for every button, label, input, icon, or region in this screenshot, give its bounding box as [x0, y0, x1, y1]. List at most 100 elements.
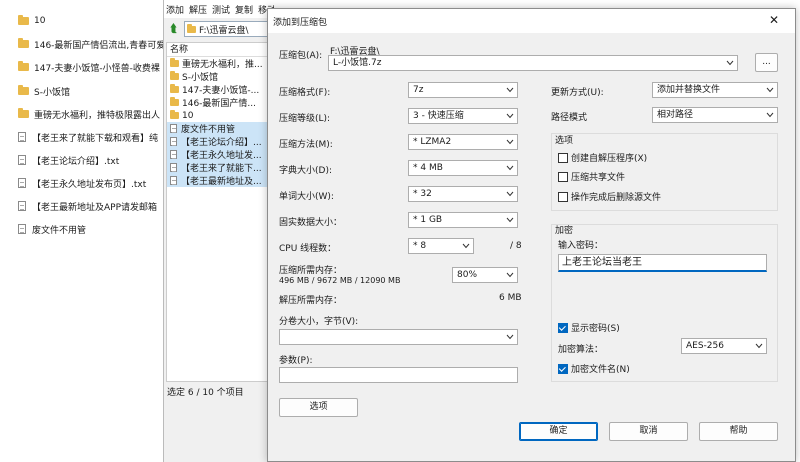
table-row[interactable]: 废文件不用管 [167, 122, 271, 135]
file-icon [170, 176, 177, 185]
mem-decompress-label: 解压所需内存： [279, 296, 343, 306]
column-header-name[interactable]: 名称 [167, 43, 271, 57]
word-select[interactable]: * 32 [408, 186, 518, 202]
sfx-checkbox[interactable]: 创建自解压程序(X) [558, 151, 647, 164]
add-to-archive-dialog: 添加到压缩包 ✕ 压缩包(A): F:\迅雷云盘\ L-小饭馆.7z ... 压… [267, 8, 796, 462]
split-label: 分卷大小，字节(V): [279, 317, 359, 327]
cpu-select[interactable]: * 8 [408, 238, 474, 254]
dialog-titlebar[interactable]: 添加到压缩包 ✕ [268, 9, 795, 33]
params-input[interactable] [279, 367, 518, 383]
toolbar-test[interactable]: 测试 [212, 3, 230, 16]
pathmode-label: 路径模式 [551, 113, 588, 123]
level-select[interactable]: 3 - 快速压缩 [408, 108, 518, 124]
pathmode-select[interactable]: 相对路径 [652, 107, 778, 123]
toolbar-extract[interactable]: 解压 [189, 3, 207, 16]
up-arrow-icon[interactable]: ⮬ [167, 22, 181, 36]
archive-label: 压缩包(A): [279, 51, 323, 61]
folder-icon [170, 71, 179, 80]
options-group-title: 选项 [555, 136, 574, 146]
method-label: 压缩方法(M): [279, 140, 333, 150]
method-select[interactable]: * LZMA2 [408, 134, 518, 150]
solid-select[interactable]: * 1 GB [408, 212, 518, 228]
chevron-down-icon [765, 108, 774, 122]
table-row[interactable]: 【老王最新地址及... [167, 174, 271, 187]
help-button[interactable]: 帮助 [699, 422, 778, 441]
list-item[interactable]: 【老王最新地址及APP请发邮箱 [18, 199, 168, 213]
chevron-down-icon [505, 213, 514, 227]
folder-icon [187, 23, 196, 33]
list-item[interactable]: 147-夫妻小饭馆-小怪兽-收费裸 [18, 60, 168, 74]
list-item[interactable]: 146-最新国产情侣流出,青春可爱 [18, 37, 168, 51]
folder-icon [170, 97, 179, 106]
chevron-down-icon [505, 268, 514, 282]
chevron-down-icon [505, 109, 514, 123]
solid-label: 固实数据大小： [279, 218, 343, 228]
table-row[interactable]: 【老王论坛介绍】... [167, 135, 271, 148]
zip-file-list: 名称 重磅无水福利，推... S-小饭馆 147-夫妻小饭馆-... 146-最… [166, 42, 272, 382]
cancel-button[interactable]: 取消 [609, 422, 688, 441]
split-combo[interactable] [279, 329, 518, 345]
list-item[interactable]: S-小饭馆 [18, 84, 168, 98]
mem-percent-select[interactable]: 80% [452, 267, 518, 283]
list-item[interactable]: 10 [18, 14, 168, 28]
folder-icon [170, 110, 179, 119]
file-icon [18, 178, 26, 188]
enc-method-select[interactable]: AES-256 [681, 338, 767, 354]
options-button[interactable]: 选项 [279, 398, 358, 417]
table-row[interactable]: S-小饭馆 [167, 70, 271, 83]
toolbar-add[interactable]: 添加 [166, 3, 184, 16]
table-row[interactable]: 【老王来了就能下... [167, 161, 271, 174]
ok-button[interactable]: 确定 [519, 422, 598, 441]
list-item[interactable]: 【老王永久地址发布页】.txt [18, 176, 168, 190]
path-input[interactable]: F:\迅雷云盘\ [184, 21, 270, 37]
file-icon [170, 137, 177, 146]
format-select[interactable]: 7z [408, 82, 518, 98]
list-item[interactable]: 【老王论坛介绍】.txt [18, 153, 168, 167]
address-bar: ⮬ F:\迅雷云盘\ [164, 19, 274, 39]
chevron-down-icon [725, 56, 734, 70]
browse-button[interactable]: ... [755, 53, 778, 72]
close-icon[interactable]: ✕ [767, 13, 781, 27]
folder-icon [170, 84, 179, 93]
folder-icon [18, 108, 29, 118]
zip-file-manager: 添加 解压 测试 复制 移动 删除 信息 ⮬ F:\迅雷云盘\ 名称 重磅无水福… [163, 0, 274, 462]
file-icon [170, 124, 177, 133]
chevron-down-icon [461, 239, 470, 253]
update-select[interactable]: 添加并替换文件 [652, 82, 778, 98]
encrypt-names-checkbox[interactable]: 加密文件名(N) [558, 362, 630, 375]
format-label: 压缩格式(F): [279, 88, 331, 98]
mem-compress-label: 压缩所需内存： [279, 266, 343, 276]
table-row[interactable]: 10 [167, 109, 271, 122]
table-row[interactable]: 【老王永久地址发... [167, 148, 271, 161]
list-item[interactable]: 【老王来了就能下载和观看】纯 [18, 130, 168, 144]
table-row[interactable]: 146-最新国产情... [167, 96, 271, 109]
table-row[interactable]: 重磅无水福利，推... [167, 57, 271, 70]
status-bar: 选定 6 / 10 个项目 [167, 388, 244, 398]
update-label: 更新方式(U): [551, 88, 604, 98]
shared-checkbox[interactable]: 压缩共享文件 [558, 170, 625, 183]
list-item[interactable]: 废文件不用管 [18, 222, 168, 236]
toolbar-copy[interactable]: 复制 [235, 3, 253, 16]
chevron-down-icon [505, 187, 514, 201]
folder-icon [18, 85, 29, 95]
file-icon [18, 155, 26, 165]
dict-select[interactable]: * 4 MB [408, 160, 518, 176]
table-row[interactable]: 147-夫妻小饭馆-... [167, 83, 271, 96]
password-input[interactable]: 上老王论坛当老王 [558, 254, 767, 272]
zip-toolbar: 添加 解压 测试 复制 移动 删除 信息 [164, 0, 274, 18]
dialog-title: 添加到压缩包 [273, 18, 328, 28]
folder-icon [18, 61, 29, 71]
encryption-group-title: 加密 [555, 226, 574, 236]
chevron-down-icon [505, 83, 514, 97]
chevron-down-icon [754, 339, 763, 353]
level-label: 压缩等级(L): [279, 114, 331, 124]
file-icon [18, 224, 26, 234]
delete-source-checkbox[interactable]: 操作完成后删除源文件 [558, 190, 661, 203]
folder-icon [18, 38, 29, 48]
archive-name-combo[interactable]: L-小饭馆.7z [328, 55, 738, 71]
show-password-checkbox[interactable]: 显示密码(S) [558, 321, 620, 334]
word-label: 单词大小(W): [279, 192, 334, 202]
mem-decompress-value: 6 MB [499, 293, 522, 303]
cpu-total: / 8 [510, 241, 522, 251]
list-item[interactable]: 重磅无水福利，推特极限露出人 [18, 107, 168, 121]
